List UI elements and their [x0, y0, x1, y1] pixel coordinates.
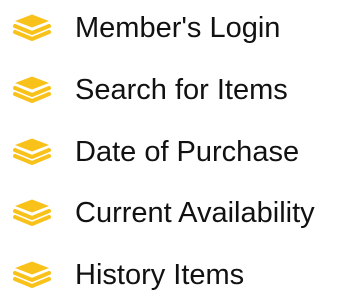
stack-layers-icon	[11, 199, 53, 229]
menu-item-date-of-purchase[interactable]: Date of Purchase	[0, 126, 353, 178]
menu-item-label: History Items	[75, 259, 245, 291]
menu-item-label: Current Availability	[75, 197, 315, 229]
menu-item-members-login[interactable]: Member's Login	[0, 2, 353, 54]
stack-layers-icon	[11, 14, 53, 44]
menu-item-search-for-items[interactable]: Search for Items	[0, 64, 353, 116]
stack-layers-icon	[11, 138, 53, 168]
menu-item-label: Date of Purchase	[75, 136, 300, 168]
menu-list: Member's Login Search for Items Date of …	[0, 0, 353, 292]
menu-item-label: Member's Login	[75, 12, 281, 44]
menu-item-history-items[interactable]: History Items	[0, 249, 353, 301]
stack-layers-icon	[11, 261, 53, 291]
stack-layers-icon	[11, 76, 53, 106]
menu-item-label: Search for Items	[75, 74, 288, 106]
menu-item-current-availability[interactable]: Current Availability	[0, 187, 353, 239]
